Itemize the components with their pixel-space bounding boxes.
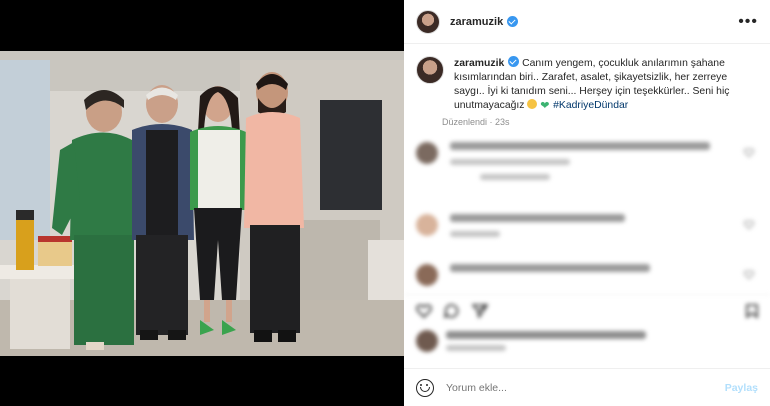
author-username[interactable]: zaramuzik <box>450 16 503 28</box>
comment-item[interactable] <box>416 214 758 237</box>
smile-emoji-icon <box>527 99 538 109</box>
caption-text-block: zaramuzik Canım yengem, çocukluk anıları… <box>454 56 758 113</box>
heart-icon[interactable] <box>744 220 754 229</box>
instagram-post-view: zaramuzik ••• zaramuzik Canım yengem, ço… <box>0 0 770 406</box>
like-heart-icon[interactable] <box>416 304 432 318</box>
post-comment-button[interactable]: Paylaş <box>725 382 758 394</box>
share-icon[interactable] <box>472 304 488 318</box>
green-heart-emoji-icon: ❤ <box>540 100 550 112</box>
comment-composer: Paylaş <box>404 368 770 406</box>
comment-item[interactable] <box>416 142 758 180</box>
post-header: zaramuzik ••• <box>404 0 770 44</box>
caption-author-avatar[interactable] <box>416 56 444 84</box>
commenter-avatar[interactable] <box>416 142 438 164</box>
post-action-bar <box>404 294 770 324</box>
post-caption: zaramuzik Canım yengem, çocukluk anıları… <box>404 44 770 113</box>
more-icon[interactable]: ••• <box>738 13 758 31</box>
verified-icon <box>507 16 519 27</box>
photo-illustration <box>0 0 404 406</box>
post-side-panel: zaramuzik ••• zaramuzik Canım yengem, ço… <box>404 0 770 406</box>
commenter-avatar[interactable] <box>416 214 438 236</box>
heart-icon[interactable] <box>744 148 754 157</box>
comment-item[interactable] <box>416 264 758 286</box>
liker-avatar <box>416 330 438 352</box>
heart-icon[interactable] <box>744 270 754 279</box>
edited-timestamp: Düzenlendi · 23s <box>442 117 510 127</box>
likes-summary[interactable] <box>416 330 646 352</box>
commenter-avatar[interactable] <box>416 264 438 286</box>
emoji-icon[interactable] <box>416 378 434 397</box>
comment-icon[interactable] <box>444 304 460 318</box>
comment-input[interactable] <box>446 381 725 394</box>
author-avatar[interactable] <box>416 9 440 34</box>
post-photo[interactable] <box>0 0 404 406</box>
bookmark-icon[interactable] <box>744 304 760 318</box>
caption-hashtag[interactable]: #KadriyeDündar <box>553 100 628 111</box>
caption-verified-icon <box>508 56 520 67</box>
caption-username[interactable]: zaramuzik <box>454 58 504 69</box>
